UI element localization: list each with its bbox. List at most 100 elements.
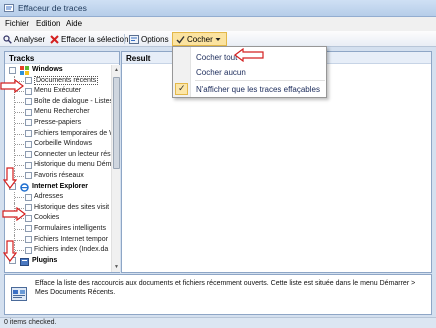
checkbox[interactable] — [25, 246, 32, 254]
effacer-label: Effacer la sélection — [61, 34, 129, 44]
menu-separator — [195, 80, 325, 81]
tree-item[interactable]: Historique du menu Dém — [5, 160, 111, 171]
tree-line — [15, 112, 24, 114]
options-label: Options — [141, 34, 169, 44]
plugins-icon — [20, 257, 29, 266]
checkbox[interactable] — [25, 172, 32, 180]
tree-label: Historique des sites visit — [34, 203, 110, 211]
checkbox[interactable] — [9, 66, 16, 74]
tree-label: Adresses — [34, 193, 64, 201]
tree-label: Formulaires intelligents — [34, 224, 106, 232]
title-bar: Effaceur de traces — [0, 0, 436, 17]
tree-item[interactable]: Fichiers Internet tempor — [5, 234, 111, 246]
cocher-label: Cocher — [187, 34, 213, 44]
checkmark-icon — [176, 35, 185, 44]
tree-label: Menu Exécuter — [34, 87, 82, 95]
menu-fichier[interactable]: Fichier — [5, 19, 29, 28]
tree-label: Cookies — [34, 214, 60, 222]
red-arrow-down-icon — [3, 167, 17, 189]
red-arrow-right-icon — [0, 79, 24, 93]
menu-item-label: Cocher aucun — [196, 68, 246, 77]
delete-x-icon — [50, 34, 59, 44]
checkbox[interactable] — [25, 214, 32, 222]
options-icon — [129, 34, 139, 44]
cocher-button[interactable]: Cocher — [172, 32, 227, 46]
checkbox[interactable] — [25, 130, 32, 138]
tree-item[interactable]: Formulaires intelligents — [5, 223, 111, 235]
menu-aide[interactable]: Aide — [66, 19, 82, 28]
tree-item[interactable]: Menu Rechercher — [5, 107, 111, 118]
red-arrow-left-icon — [234, 48, 264, 62]
tree-label: Corbeille Windows — [34, 140, 92, 148]
tree-label: Windows — [32, 66, 63, 73]
tree-line — [15, 144, 24, 146]
tree-item[interactable]: Connecter un lecteur rés — [5, 149, 111, 161]
tracks-header: Tracks — [5, 52, 119, 64]
tree-label: Documents récents — [34, 75, 99, 85]
tree-item[interactable]: Corbeille Windows — [5, 139, 111, 150]
checkbox[interactable] — [25, 140, 32, 148]
tree-item[interactable]: Fichiers temporaires de W — [5, 128, 111, 140]
status-bar: 0 items checked. — [0, 317, 436, 328]
tree-label: Internet Explorer — [32, 182, 89, 190]
scroll-down-icon[interactable]: ▼ — [113, 263, 120, 271]
red-arrow-right-icon — [2, 207, 26, 221]
app-icon — [4, 4, 14, 12]
options-button[interactable]: Options — [129, 33, 169, 45]
tree-label: Boîte de dialogue - Listes — [34, 97, 111, 105]
tree-item[interactable]: Presse-papiers — [5, 117, 111, 129]
menu-edition[interactable]: Edition — [36, 19, 60, 28]
windows-flag-icon — [20, 66, 29, 75]
tree-line — [15, 101, 24, 103]
tree-line — [15, 122, 24, 124]
analyser-label: Analyser — [14, 34, 46, 44]
checkbox[interactable] — [25, 225, 32, 233]
effacer-selection-button[interactable]: Effacer la sélection — [50, 33, 128, 45]
checkbox[interactable] — [25, 236, 32, 243]
window-title: Effaceur de traces — [18, 3, 87, 13]
tree-item[interactable]: Favoris réseaux — [5, 170, 111, 182]
internet-explorer-icon — [20, 182, 29, 192]
toolbar-separator — [124, 34, 125, 44]
tree-category[interactable]: Windows — [5, 65, 111, 76]
checkbox[interactable] — [25, 193, 32, 201]
tree-line — [15, 197, 24, 199]
tree-label: Presse-papiers — [34, 118, 82, 126]
menu-item-afficher-effacables[interactable]: N'afficher que les traces effaçables — [173, 82, 326, 96]
tree-label: Fichiers index (Index.da — [34, 246, 109, 254]
menu-item-label: N'afficher que les traces effaçables — [196, 85, 320, 94]
tree-label: Favoris réseaux — [34, 171, 84, 179]
tree-label: Plugins — [32, 256, 58, 264]
tree-item[interactable]: Boîte de dialogue - Listes — [5, 96, 111, 108]
menu-bar: Fichier Edition Aide — [0, 17, 436, 31]
checkbox[interactable] — [25, 119, 32, 127]
menu-item-cocher-aucun[interactable]: Cocher aucun — [173, 65, 326, 79]
scrollbar-thumb[interactable] — [113, 77, 120, 169]
tree-label: Connecter un lecteur rés — [34, 150, 111, 158]
checked-icon — [175, 83, 188, 95]
tree-label: Fichiers temporaires de W — [34, 129, 111, 137]
tree-line — [15, 133, 24, 135]
red-arrow-down-icon — [3, 240, 17, 262]
tracks-scrollbar[interactable]: ▲ ▼ — [111, 65, 120, 272]
documents-icon — [11, 287, 27, 301]
tree-item[interactable]: Fichiers index (Index.da — [5, 245, 111, 256]
analyser-button[interactable]: Analyser — [3, 33, 45, 45]
tree-item[interactable]: Adresses — [5, 192, 111, 203]
tree-line — [15, 228, 24, 230]
checkbox[interactable] — [25, 87, 32, 95]
toolbar: Analyser Effacer la sélection Options Co… — [0, 31, 436, 47]
tree-category[interactable]: Internet Explorer — [5, 182, 111, 193]
scroll-up-icon[interactable]: ▲ — [113, 66, 120, 74]
checkbox[interactable] — [25, 151, 32, 159]
status-text: 0 items checked. — [4, 319, 57, 326]
checkbox[interactable] — [25, 161, 32, 169]
checkbox[interactable] — [25, 204, 32, 212]
tree-label: Fichiers Internet tempor — [34, 235, 108, 243]
tree-category[interactable]: Plugins — [5, 256, 111, 267]
checkbox[interactable] — [25, 108, 32, 116]
description-panel: Efface la liste des raccourcis aux docum… — [4, 274, 432, 315]
checkbox[interactable] — [25, 77, 32, 85]
tree-label: Historique du menu Dém — [34, 161, 111, 169]
checkbox[interactable] — [25, 98, 32, 106]
